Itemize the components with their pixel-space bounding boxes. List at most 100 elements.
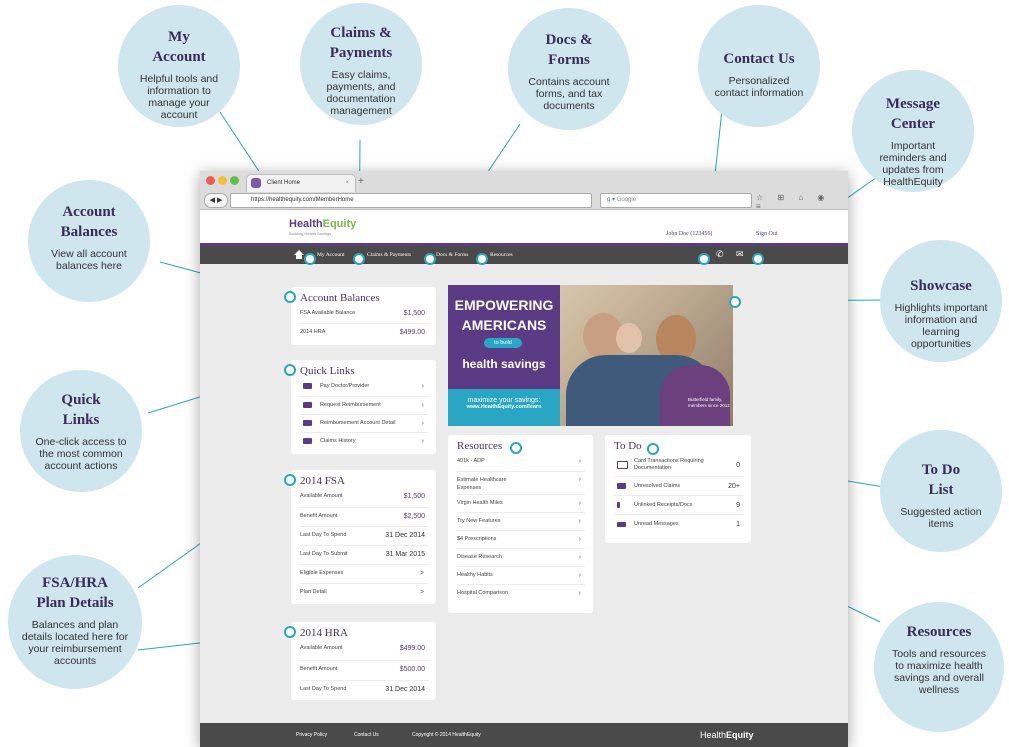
callout-title: Account [152, 49, 206, 65]
browser-chrome: Client Home × + ◀ ▶ https://healthequity… [200, 171, 848, 211]
fsa-title: 2014 FSA [300, 475, 345, 487]
resource-link[interactable]: Try New Features › [457, 512, 585, 530]
todo-item[interactable]: Unread Messages 1 [614, 514, 743, 534]
callout-title: Forms [548, 52, 590, 68]
maximize-window-icon[interactable] [230, 176, 239, 185]
user-name: John Doe (123456) [666, 231, 713, 237]
todo-item[interactable]: Card Transactions Requiring Documentatio… [614, 455, 743, 476]
hero-text-panel: EMPOWERING AMERICANS to build health sav… [448, 285, 560, 426]
callout-my-account: My Account Helpful tools and information… [118, 5, 240, 127]
hra-label: Available Amount [300, 645, 343, 651]
nav-resources[interactable]: Resources [490, 246, 513, 264]
todo-item[interactable]: Unresolved Claims 20+ [614, 476, 743, 496]
minimize-window-icon[interactable] [218, 176, 227, 185]
hra-value: $499.00 [399, 645, 425, 652]
fsa-label: Plan Detail [300, 589, 327, 595]
resource-label: Virgin Health Miles [457, 500, 503, 506]
callout-title: Message [885, 96, 941, 112]
callout-description: Important reminders and updates from Hea… [879, 140, 947, 188]
resource-link[interactable]: $4 Prescriptions › [457, 530, 585, 548]
resource-link[interactable]: Healthy Habits › [457, 566, 585, 584]
footer-logo-accent: Equity [726, 730, 754, 740]
tab-close-icon[interactable]: × [345, 175, 349, 192]
home-icon[interactable] [294, 250, 304, 259]
resources-card: Resources 401k - ADP › Estimate Healthcar… [448, 435, 593, 613]
account-balances-card: Account Balances FSA Available Balance $1… [291, 287, 436, 345]
browser-tab[interactable]: Client Home × [246, 174, 356, 192]
site-footer: Privacy Policy Contact Us Copyright © 20… [200, 723, 848, 747]
callout-resources: Resources Tools and resources to maximiz… [874, 602, 1004, 732]
resource-link[interactable]: Hospital Comparison › [457, 584, 585, 602]
resource-link[interactable]: Virgin Health Miles › [457, 494, 585, 512]
new-tab-button[interactable]: + [358, 176, 364, 187]
sign-out-link[interactable]: Sign Out [756, 231, 778, 237]
callout-title: Quick [61, 392, 101, 408]
contact-us-link[interactable]: Contact Us [354, 723, 379, 747]
callout-title: FSA/HRA [42, 575, 108, 591]
callout-claims-payments: Claims & Payments Easy claims, payments,… [300, 3, 422, 125]
quick-link-request-reimbursement[interactable]: Request Reimbursement › [300, 396, 428, 414]
address-bar-row: ◀ ▶ https://healthequity.com/MemberHome … [204, 193, 844, 211]
resource-link[interactable]: Disease Research › [457, 548, 585, 566]
marker-fsa [284, 474, 296, 486]
quick-link-claims-history[interactable]: Claims History › [300, 432, 428, 450]
toolbar-icons[interactable]: ☆ ⊞ ⌂ ◉ ≡ [756, 193, 844, 211]
quick-link-label: Pay Doctor/Provider [320, 383, 370, 389]
balance-label: FSA Available Balance [300, 310, 356, 316]
todo-count: 9 [736, 502, 740, 509]
fsa-value: $1,500 [403, 493, 425, 500]
marker-hra [284, 626, 296, 638]
quick-links-title: Quick Links [300, 365, 355, 377]
resource-label: 401k - ADP [457, 458, 485, 464]
chevron-right-icon: › [578, 476, 581, 483]
marker-message [752, 253, 764, 265]
phone-icon[interactable]: ✆ [716, 249, 724, 260]
todo-label: Unlinked Receipts/Docs [634, 502, 693, 508]
quick-link-pay-provider[interactable]: Pay Doctor/Provider › [300, 378, 428, 395]
chevron-right-icon: › [421, 402, 424, 409]
marker-account-balances [284, 291, 296, 303]
search-engine-icon: g ▾ [607, 197, 616, 203]
message-icon[interactable]: ✉ [736, 249, 744, 260]
nav-docs-forms[interactable]: Docs & Forms [436, 246, 468, 264]
back-forward-button[interactable]: ◀ ▶ [204, 193, 228, 208]
todo-label: Card Transactions Requiring Documentatio… [634, 458, 704, 471]
todo-item[interactable]: Unlinked Receipts/Docs 9 [614, 495, 743, 515]
nav-claims-payments[interactable]: Claims & Payments [367, 246, 411, 264]
fsa-label: Last Day To Submit [300, 551, 348, 557]
resources-title: Resources [457, 440, 503, 452]
healthequity-logo[interactable]: HealthEquity [289, 218, 356, 230]
chevron-right-icon: › [578, 572, 581, 579]
nav-my-account[interactable]: My Account [317, 246, 344, 264]
quick-link-account-detail[interactable]: Reimbursement Account Detail › [300, 414, 428, 432]
search-field[interactable]: g ▾ Google [600, 193, 752, 208]
callout-title: Resources [906, 624, 972, 640]
close-window-icon[interactable] [206, 176, 215, 185]
fsa-label: Last Day To Spend [300, 532, 347, 538]
hra-label: Last Day To Spend [300, 686, 347, 692]
hero-tagline: maximize your savings: www.HealthEquity.… [448, 389, 560, 426]
plan-detail-link[interactable]: Plan Detail > [300, 583, 428, 601]
callout-description: Balances and plan details located here f… [21, 619, 129, 667]
callout-title: Claims & [330, 25, 392, 41]
privacy-policy-link[interactable]: Privacy Policy [296, 723, 327, 747]
reimbursement-icon [303, 402, 312, 408]
resource-link[interactable]: 401k - ADP › [457, 453, 585, 470]
marker-quick-links [284, 364, 296, 376]
callout-description: Personalized contact information [714, 75, 804, 99]
tab-bar: Client Home × + [200, 171, 848, 192]
logo-main-text: Health [289, 218, 323, 230]
showcase-banner[interactable]: EMPOWERING AMERICANS to build health sav… [448, 285, 733, 426]
fsa-label: Available Amount [300, 493, 343, 499]
callout-title: Contact Us [723, 51, 795, 67]
callout-title: To Do [921, 462, 961, 478]
eligible-expenses-link[interactable]: Eligible Expenses > [300, 564, 428, 582]
chevron-right-icon: › [421, 438, 424, 445]
callout-title: Account [62, 204, 116, 220]
resource-link[interactable]: Estimate Healthcare Expenses › [457, 471, 585, 494]
main-nav: My Account Claims & Payments Docs & Form… [200, 246, 848, 264]
callout-description: Highlights important information and lea… [894, 302, 988, 350]
logo-accent-text: Equity [322, 218, 357, 230]
resource-label: Hospital Comparison [457, 590, 509, 596]
url-field[interactable]: https://healthequity.com/MemberHome [230, 193, 592, 208]
